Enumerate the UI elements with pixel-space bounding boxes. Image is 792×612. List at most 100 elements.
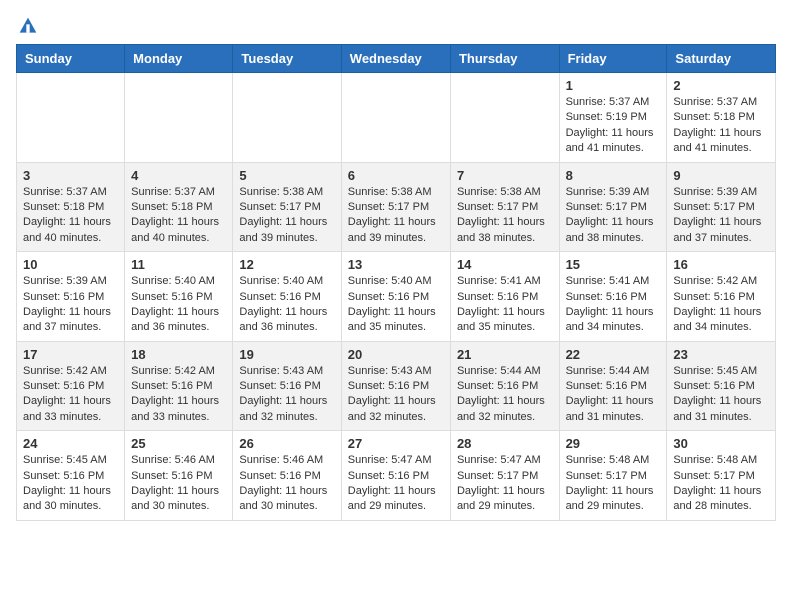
- cell-info: Sunrise: 5:37 AM Sunset: 5:18 PM Dayligh…: [131, 185, 226, 247]
- calendar-cell: [450, 73, 559, 163]
- cell-info: Sunrise: 5:39 AM Sunset: 5:17 PM Dayligh…: [566, 185, 661, 247]
- day-number: 10: [23, 257, 118, 272]
- day-number: 30: [673, 436, 769, 451]
- calendar-body: 1 Sunrise: 5:37 AM Sunset: 5:19 PM Daylig…: [17, 73, 776, 521]
- day-number: 7: [457, 168, 553, 183]
- day-number: 12: [239, 257, 334, 272]
- day-number: 11: [131, 257, 226, 272]
- cell-info: Sunrise: 5:37 AM Sunset: 5:18 PM Dayligh…: [23, 185, 118, 247]
- cell-info: Sunrise: 5:47 AM Sunset: 5:16 PM Dayligh…: [348, 453, 444, 515]
- day-number: 19: [239, 347, 334, 362]
- day-number: 3: [23, 168, 118, 183]
- calendar-cell: 10 Sunrise: 5:39 AM Sunset: 5:16 PM Dayli…: [17, 252, 125, 342]
- day-number: 26: [239, 436, 334, 451]
- calendar-cell: 16Sunrise: 5:42 AM Sunset: 5:16 PM Dayli…: [667, 252, 776, 342]
- calendar-header-row: SundayMondayTuesdayWednesdayThursdayFrid…: [17, 45, 776, 73]
- day-number: 18: [131, 347, 226, 362]
- column-header-monday: Monday: [125, 45, 233, 73]
- day-number: 23: [673, 347, 769, 362]
- column-header-wednesday: Wednesday: [341, 45, 450, 73]
- calendar-table: SundayMondayTuesdayWednesdayThursdayFrid…: [16, 44, 776, 521]
- calendar-cell: 5 Sunrise: 5:38 AM Sunset: 5:17 PM Daylig…: [233, 162, 341, 252]
- day-number: 8: [566, 168, 661, 183]
- calendar-cell: 7 Sunrise: 5:38 AM Sunset: 5:17 PM Daylig…: [450, 162, 559, 252]
- cell-info: Sunrise: 5:44 AM Sunset: 5:16 PM Dayligh…: [457, 364, 553, 426]
- calendar-cell: 13 Sunrise: 5:40 AM Sunset: 5:16 PM Dayli…: [341, 252, 450, 342]
- cell-info: Sunrise: 5:41 AM Sunset: 5:16 PM Dayligh…: [457, 274, 553, 336]
- calendar-cell: 23 Sunrise: 5:45 AM Sunset: 5:16 PM Dayli…: [667, 341, 776, 431]
- calendar-week-row: 10 Sunrise: 5:39 AM Sunset: 5:16 PM Dayli…: [17, 252, 776, 342]
- calendar-cell: [125, 73, 233, 163]
- day-number: 6: [348, 168, 444, 183]
- day-number: 21: [457, 347, 553, 362]
- cell-info: Sunrise: 5:45 AM Sunset: 5:16 PM Dayligh…: [23, 453, 118, 515]
- calendar-cell: 14 Sunrise: 5:41 AM Sunset: 5:16 PM Dayli…: [450, 252, 559, 342]
- cell-info: Sunrise: 5:38 AM Sunset: 5:17 PM Dayligh…: [239, 185, 334, 247]
- cell-info: Sunrise: 5:47 AM Sunset: 5:17 PM Dayligh…: [457, 453, 553, 515]
- day-number: 25: [131, 436, 226, 451]
- logo: [16, 16, 38, 36]
- calendar-cell: 20 Sunrise: 5:43 AM Sunset: 5:16 PM Dayli…: [341, 341, 450, 431]
- day-number: 2: [673, 78, 769, 93]
- calendar-cell: 18 Sunrise: 5:42 AM Sunset: 5:16 PM Dayli…: [125, 341, 233, 431]
- day-number: 29: [566, 436, 661, 451]
- calendar-week-row: 3 Sunrise: 5:37 AM Sunset: 5:18 PM Daylig…: [17, 162, 776, 252]
- day-number: 20: [348, 347, 444, 362]
- cell-info: Sunrise: 5:40 AM Sunset: 5:16 PM Dayligh…: [239, 274, 334, 336]
- calendar-cell: 25 Sunrise: 5:46 AM Sunset: 5:16 PM Dayli…: [125, 431, 233, 521]
- day-number: 1: [566, 78, 661, 93]
- day-number: 13: [348, 257, 444, 272]
- calendar-cell: 24 Sunrise: 5:45 AM Sunset: 5:16 PM Dayli…: [17, 431, 125, 521]
- cell-info: Sunrise: 5:48 AM Sunset: 5:17 PM Dayligh…: [673, 453, 769, 515]
- day-number: 17: [23, 347, 118, 362]
- day-number: 22: [566, 347, 661, 362]
- day-number: 24: [23, 436, 118, 451]
- calendar-cell: 4Sunrise: 5:37 AM Sunset: 5:18 PM Daylig…: [125, 162, 233, 252]
- cell-info: Sunrise: 5:37 AM Sunset: 5:18 PM Dayligh…: [673, 95, 769, 157]
- calendar-cell: 29Sunrise: 5:48 AM Sunset: 5:17 PM Dayli…: [559, 431, 667, 521]
- calendar-cell: 2 Sunrise: 5:37 AM Sunset: 5:18 PM Daylig…: [667, 73, 776, 163]
- calendar-cell: 11Sunrise: 5:40 AM Sunset: 5:16 PM Dayli…: [125, 252, 233, 342]
- calendar-cell: 27 Sunrise: 5:47 AM Sunset: 5:16 PM Dayli…: [341, 431, 450, 521]
- calendar-cell: 19 Sunrise: 5:43 AM Sunset: 5:16 PM Dayli…: [233, 341, 341, 431]
- cell-info: Sunrise: 5:38 AM Sunset: 5:17 PM Dayligh…: [457, 185, 553, 247]
- cell-info: Sunrise: 5:46 AM Sunset: 5:16 PM Dayligh…: [131, 453, 226, 515]
- day-number: 28: [457, 436, 553, 451]
- cell-info: Sunrise: 5:46 AM Sunset: 5:16 PM Dayligh…: [239, 453, 334, 515]
- cell-info: Sunrise: 5:43 AM Sunset: 5:16 PM Dayligh…: [348, 364, 444, 426]
- column-header-tuesday: Tuesday: [233, 45, 341, 73]
- column-header-saturday: Saturday: [667, 45, 776, 73]
- cell-info: Sunrise: 5:39 AM Sunset: 5:16 PM Dayligh…: [23, 274, 118, 336]
- page-header: [16, 16, 776, 36]
- calendar-cell: 22Sunrise: 5:44 AM Sunset: 5:16 PM Dayli…: [559, 341, 667, 431]
- cell-info: Sunrise: 5:41 AM Sunset: 5:16 PM Dayligh…: [566, 274, 661, 336]
- cell-info: Sunrise: 5:40 AM Sunset: 5:16 PM Dayligh…: [348, 274, 444, 336]
- day-number: 14: [457, 257, 553, 272]
- cell-info: Sunrise: 5:38 AM Sunset: 5:17 PM Dayligh…: [348, 185, 444, 247]
- day-number: 5: [239, 168, 334, 183]
- day-number: 15: [566, 257, 661, 272]
- calendar-cell: 9Sunrise: 5:39 AM Sunset: 5:17 PM Daylig…: [667, 162, 776, 252]
- calendar-cell: [341, 73, 450, 163]
- day-number: 27: [348, 436, 444, 451]
- calendar-week-row: 17 Sunrise: 5:42 AM Sunset: 5:16 PM Dayli…: [17, 341, 776, 431]
- calendar-cell: [17, 73, 125, 163]
- logo-icon: [18, 16, 38, 36]
- cell-info: Sunrise: 5:42 AM Sunset: 5:16 PM Dayligh…: [23, 364, 118, 426]
- calendar-cell: 12 Sunrise: 5:40 AM Sunset: 5:16 PM Dayli…: [233, 252, 341, 342]
- column-header-friday: Friday: [559, 45, 667, 73]
- calendar-week-row: 1 Sunrise: 5:37 AM Sunset: 5:19 PM Daylig…: [17, 73, 776, 163]
- cell-info: Sunrise: 5:42 AM Sunset: 5:16 PM Dayligh…: [673, 274, 769, 336]
- cell-info: Sunrise: 5:43 AM Sunset: 5:16 PM Dayligh…: [239, 364, 334, 426]
- calendar-cell: 6 Sunrise: 5:38 AM Sunset: 5:17 PM Daylig…: [341, 162, 450, 252]
- cell-info: Sunrise: 5:37 AM Sunset: 5:19 PM Dayligh…: [566, 95, 661, 157]
- day-number: 9: [673, 168, 769, 183]
- calendar-cell: 1 Sunrise: 5:37 AM Sunset: 5:19 PM Daylig…: [559, 73, 667, 163]
- cell-info: Sunrise: 5:45 AM Sunset: 5:16 PM Dayligh…: [673, 364, 769, 426]
- cell-info: Sunrise: 5:42 AM Sunset: 5:16 PM Dayligh…: [131, 364, 226, 426]
- calendar-cell: 26 Sunrise: 5:46 AM Sunset: 5:16 PM Dayli…: [233, 431, 341, 521]
- calendar-cell: 15 Sunrise: 5:41 AM Sunset: 5:16 PM Dayli…: [559, 252, 667, 342]
- calendar-week-row: 24 Sunrise: 5:45 AM Sunset: 5:16 PM Dayli…: [17, 431, 776, 521]
- calendar-cell: 3 Sunrise: 5:37 AM Sunset: 5:18 PM Daylig…: [17, 162, 125, 252]
- calendar-cell: 17 Sunrise: 5:42 AM Sunset: 5:16 PM Dayli…: [17, 341, 125, 431]
